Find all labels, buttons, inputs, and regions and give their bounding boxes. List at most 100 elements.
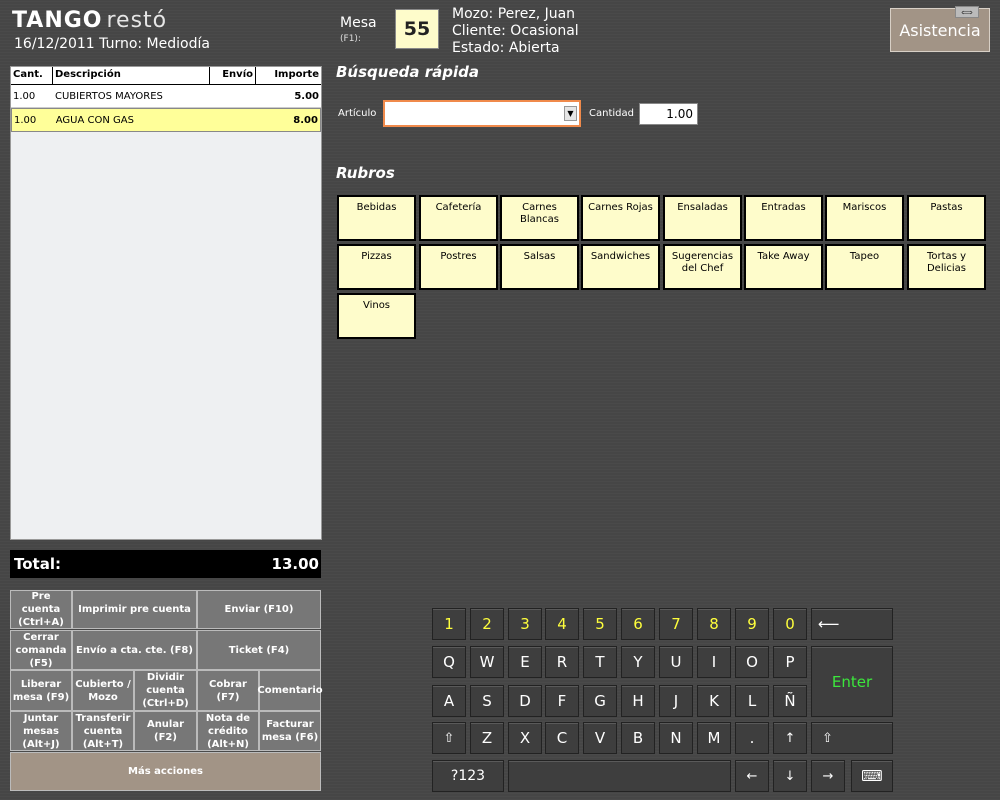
key-v[interactable]: V: [583, 722, 617, 754]
comentario-button[interactable]: Comentario: [257, 670, 323, 711]
ticket-button[interactable]: Ticket (F4): [197, 630, 321, 670]
rubro-postres[interactable]: Postres: [419, 244, 498, 290]
key-1[interactable]: 1: [432, 608, 466, 640]
rubro-cafeteria[interactable]: Cafetería: [419, 195, 498, 241]
key-8[interactable]: 8: [697, 608, 731, 640]
mesa-number[interactable]: 55: [395, 9, 439, 49]
arrow-down-icon[interactable]: ↓: [773, 760, 807, 792]
key-w[interactable]: W: [470, 646, 504, 678]
cubierto-mozo-button[interactable]: Cubierto / Mozo: [72, 670, 134, 711]
key-5[interactable]: 5: [583, 608, 617, 640]
key-z[interactable]: Z: [470, 722, 504, 754]
anular-button[interactable]: Anular (F2): [134, 711, 197, 751]
key-b[interactable]: B: [621, 722, 655, 754]
key-m[interactable]: M: [697, 722, 731, 754]
rubros-title: Rubros: [336, 164, 395, 182]
rubro-pastas[interactable]: Pastas: [907, 195, 986, 241]
row-cant: 1.00: [14, 114, 37, 126]
rubro-vinos[interactable]: Vinos: [337, 293, 416, 339]
key-7[interactable]: 7: [659, 608, 693, 640]
arrow-right-icon[interactable]: →: [811, 760, 845, 792]
rubro-sandwiches[interactable]: Sandwiches: [581, 244, 660, 290]
key-g[interactable]: G: [583, 685, 617, 717]
key-j[interactable]: J: [659, 685, 693, 717]
rubro-pizzas[interactable]: Pizzas: [337, 244, 416, 290]
key-4[interactable]: 4: [545, 608, 579, 640]
key-h[interactable]: H: [621, 685, 655, 717]
key-9[interactable]: 9: [735, 608, 769, 640]
space-key[interactable]: [508, 760, 731, 792]
table-row-selected[interactable]: 1.00 AGUA CON GAS 8.00: [11, 108, 321, 132]
enter-key[interactable]: Enter: [811, 646, 893, 717]
table-row[interactable]: 1.00 CUBIERTOS MAYORES 5.00: [11, 85, 321, 108]
arrow-left-icon[interactable]: ←: [735, 760, 769, 792]
key-f[interactable]: F: [545, 685, 579, 717]
rubro-carnes-rojas[interactable]: Carnes Rojas: [581, 195, 660, 241]
shift-left-icon[interactable]: ⇧: [432, 722, 466, 754]
column-header-cant: Cant.: [11, 67, 53, 84]
liberar-mesa-button[interactable]: Liberar mesa (F9): [10, 670, 72, 711]
rubro-ensaladas[interactable]: Ensaladas: [663, 195, 742, 241]
date-turno: 16/12/2011 Turno: Mediodía: [14, 36, 210, 52]
key-s[interactable]: S: [470, 685, 504, 717]
key-y[interactable]: Y: [621, 646, 655, 678]
symbols-key[interactable]: ?123: [432, 760, 504, 792]
key-i[interactable]: I: [697, 646, 731, 678]
key-0[interactable]: 0: [773, 608, 807, 640]
rubro-take-away[interactable]: Take Away: [744, 244, 823, 290]
rubro-bebidas[interactable]: Bebidas: [337, 195, 416, 241]
key-e[interactable]: E: [508, 646, 542, 678]
chevron-down-icon[interactable]: ▼: [564, 106, 577, 121]
key-u[interactable]: U: [659, 646, 693, 678]
keyboard-icon[interactable]: ⌨: [851, 760, 893, 792]
key-q[interactable]: Q: [432, 646, 466, 678]
key-d[interactable]: D: [508, 685, 542, 717]
key-2[interactable]: 2: [470, 608, 504, 640]
key-period[interactable]: .: [735, 722, 769, 754]
articulo-input[interactable]: [388, 105, 568, 122]
rubro-entradas[interactable]: Entradas: [744, 195, 823, 241]
enviar-button[interactable]: Enviar (F10): [197, 590, 321, 629]
key-a[interactable]: A: [432, 685, 466, 717]
rubro-tortas[interactable]: Tortas y Delicias: [907, 244, 986, 290]
key-t[interactable]: T: [583, 646, 617, 678]
imprimir-pre-cuenta-button[interactable]: Imprimir pre cuenta: [72, 590, 197, 629]
articulo-combobox[interactable]: ▼: [383, 100, 581, 127]
key-l[interactable]: L: [735, 685, 769, 717]
cobrar-button[interactable]: Cobrar (F7): [197, 670, 259, 711]
total-label: Total:: [14, 555, 61, 573]
transferir-cuenta-button[interactable]: Transferir cuenta (Alt+T): [72, 711, 134, 751]
key-n[interactable]: N: [659, 722, 693, 754]
mesa-label: Mesa: [340, 15, 377, 31]
nota-credito-button[interactable]: Nota de crédito (Alt+N): [197, 711, 259, 751]
facturar-mesa-button[interactable]: Facturar mesa (F6): [259, 711, 321, 751]
pre-cuenta-button[interactable]: Pre cuenta (Ctrl+A): [10, 590, 72, 629]
rubro-tapeo[interactable]: Tapeo: [825, 244, 904, 290]
total-value: 13.00: [271, 555, 319, 573]
key-r[interactable]: R: [545, 646, 579, 678]
key-k[interactable]: K: [697, 685, 731, 717]
rubro-carnes-blancas[interactable]: Carnes Blancas: [500, 195, 579, 241]
key-o[interactable]: O: [735, 646, 769, 678]
arrow-up-icon[interactable]: ↑: [773, 722, 807, 754]
rubro-mariscos[interactable]: Mariscos: [825, 195, 904, 241]
row-importe: 5.00: [294, 90, 319, 102]
backspace-icon[interactable]: ⟵: [811, 608, 893, 640]
mas-acciones-button[interactable]: Más acciones: [10, 752, 321, 791]
cantidad-input[interactable]: 1.00: [639, 103, 698, 125]
shift-right-icon[interactable]: ⇧: [811, 722, 893, 754]
rubro-salsas[interactable]: Salsas: [500, 244, 579, 290]
order-table-header: Cant. Descripción Envío Importe: [11, 67, 321, 85]
key-6[interactable]: 6: [621, 608, 655, 640]
cerrar-comanda-button[interactable]: Cerrar comanda (F5): [10, 630, 72, 670]
dividir-cuenta-button[interactable]: Dividir cuenta (Ctrl+D): [134, 670, 197, 711]
key-enye[interactable]: Ñ: [773, 685, 807, 717]
rubro-sugerencias[interactable]: Sugerencias del Chef: [663, 244, 742, 290]
key-p[interactable]: P: [773, 646, 807, 678]
envio-cta-cte-button[interactable]: Envío a cta. cte. (F8): [72, 630, 197, 670]
resize-icon[interactable]: ⟺: [955, 6, 979, 18]
key-x[interactable]: X: [508, 722, 542, 754]
juntar-mesas-button[interactable]: Juntar mesas (Alt+J): [10, 711, 72, 751]
key-c[interactable]: C: [545, 722, 579, 754]
key-3[interactable]: 3: [508, 608, 542, 640]
